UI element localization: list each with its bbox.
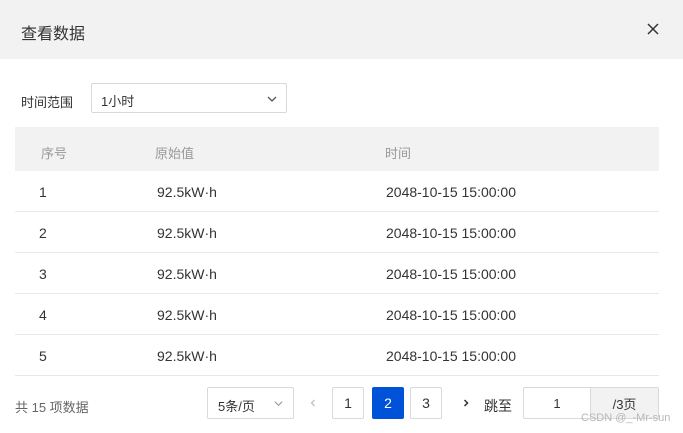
cell-index: 4 xyxy=(39,307,47,323)
close-button[interactable] xyxy=(644,20,662,38)
table-row: 1 92.5kW·h 2048-10-15 15:00:00 xyxy=(15,171,659,212)
time-range-label: 时间范围 xyxy=(21,95,74,110)
cell-raw-value: 92.5kW·h xyxy=(157,307,217,323)
cell-raw-value: 92.5kW·h xyxy=(157,184,217,200)
cell-time: 2048-10-15 15:00:00 xyxy=(386,225,516,241)
cell-time: 2048-10-15 15:00:00 xyxy=(386,266,516,282)
page-size-value: 5条/页 xyxy=(218,399,255,414)
column-header-index: 序号 xyxy=(41,146,68,161)
next-page-button[interactable] xyxy=(450,387,482,419)
table-row: 4 92.5kW·h 2048-10-15 15:00:00 xyxy=(15,294,659,335)
page-button-3[interactable]: 3 xyxy=(410,387,442,419)
cell-index: 5 xyxy=(39,348,47,364)
table-header: 序号 原始值 时间 xyxy=(15,127,659,171)
dialog-title: 查看数据 xyxy=(21,26,86,43)
chevron-right-icon xyxy=(463,399,469,407)
column-header-time: 时间 xyxy=(385,146,412,161)
time-range-select[interactable]: 1小时 xyxy=(91,83,287,113)
page-size-select[interactable]: 5条/页 xyxy=(207,387,294,419)
table-row: 5 92.5kW·h 2048-10-15 15:00:00 xyxy=(15,335,659,376)
prev-page-button[interactable] xyxy=(297,387,329,419)
cell-index: 2 xyxy=(39,225,47,241)
chevron-down-icon xyxy=(274,401,283,407)
watermark-text: CSDN @_-Mr-sun xyxy=(581,412,671,424)
jump-to-label: 跳至 xyxy=(484,398,512,414)
cell-index: 3 xyxy=(39,266,47,282)
cell-raw-value: 92.5kW·h xyxy=(157,225,217,241)
cell-index: 1 xyxy=(39,184,47,200)
time-range-value: 1小时 xyxy=(101,94,135,109)
chevron-down-icon xyxy=(267,96,277,102)
total-count: 共 15 项数据 xyxy=(15,400,89,415)
column-header-raw-value: 原始值 xyxy=(155,146,195,161)
table-row: 3 92.5kW·h 2048-10-15 15:00:00 xyxy=(15,253,659,294)
dialog-header: 查看数据 xyxy=(0,0,683,59)
page-button-1[interactable]: 1 xyxy=(332,387,364,419)
cell-raw-value: 92.5kW·h xyxy=(157,348,217,364)
cell-time: 2048-10-15 15:00:00 xyxy=(386,184,516,200)
cell-time: 2048-10-15 15:00:00 xyxy=(386,307,516,323)
close-icon xyxy=(647,23,659,35)
table-row: 2 92.5kW·h 2048-10-15 15:00:00 xyxy=(15,212,659,253)
chevron-left-icon xyxy=(310,399,315,407)
cell-time: 2048-10-15 15:00:00 xyxy=(386,348,516,364)
cell-raw-value: 92.5kW·h xyxy=(157,266,217,282)
page-button-2[interactable]: 2 xyxy=(372,387,404,419)
